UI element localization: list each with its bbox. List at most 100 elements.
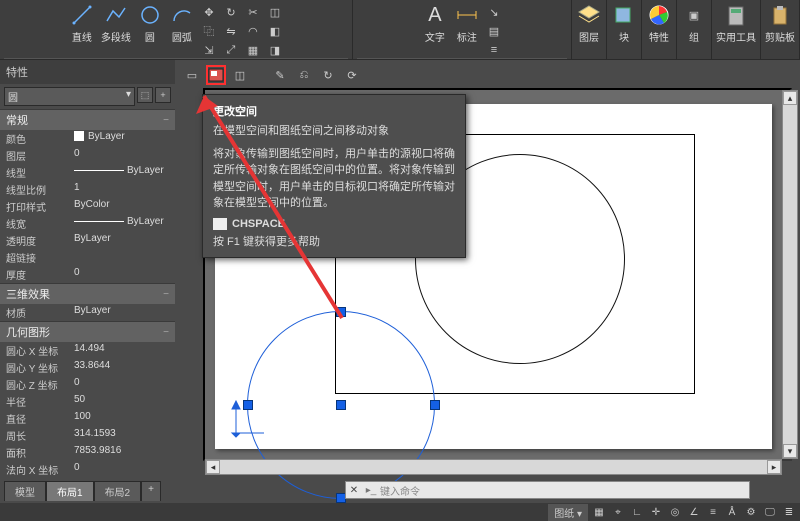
otrack-icon[interactable]: ∠ xyxy=(686,505,702,519)
group-tool[interactable]: ▣ 组 xyxy=(681,2,707,44)
layout-tool-7-icon[interactable]: ⟳ xyxy=(343,66,361,84)
scroll-right-button[interactable]: ▸ xyxy=(767,460,781,474)
tool-b-icon[interactable]: ◧ xyxy=(267,23,283,39)
layout-tabs: 模型 布局1 布局2 + xyxy=(4,481,161,501)
mtext-icon[interactable]: ≡ xyxy=(486,42,502,58)
fillet-icon[interactable]: ◠ xyxy=(245,23,261,39)
scroll-down-button[interactable]: ▾ xyxy=(783,444,797,458)
dimension-label: 标注 xyxy=(457,29,477,44)
selection-dropdown[interactable]: 圆 ▾ xyxy=(4,87,135,106)
prop-dia-value[interactable]: 100 xyxy=(70,410,175,427)
ortho-icon[interactable]: ∟ xyxy=(629,505,645,519)
block-label: 块 xyxy=(619,29,629,44)
ribbon-group-clipboard: 剪贴板 xyxy=(761,0,800,59)
grip-top[interactable] xyxy=(337,308,345,316)
section-effect[interactable]: 三维效果− xyxy=(0,283,175,304)
tab-model[interactable]: 模型 xyxy=(4,481,46,501)
prop-rad-value[interactable]: 50 xyxy=(70,393,175,410)
prop-color-value[interactable]: ByLayer xyxy=(70,130,175,147)
layers-tool[interactable]: 图层 xyxy=(576,2,602,44)
properties-panel: 特性 圆 ▾ ⬚ + 常规− 颜色ByLayer 图层0 线型ByLayer 线… xyxy=(0,60,175,503)
ribbon-group-block: 块 xyxy=(607,0,642,59)
utilities-tool[interactable]: 实用工具 xyxy=(716,2,756,44)
prop-layer-value[interactable]: 0 xyxy=(70,147,175,164)
prop-dia-name: 直径 xyxy=(0,410,70,427)
layout-tool-5-icon[interactable]: ⎌ xyxy=(295,66,313,84)
collapse-icon[interactable]: − xyxy=(163,115,169,126)
snap-icon[interactable]: ⌖ xyxy=(610,505,626,519)
collapse-icon[interactable]: − xyxy=(163,327,169,338)
dimension-tool[interactable]: 标注 xyxy=(454,2,480,44)
prop-cz-value[interactable]: 0 xyxy=(70,376,175,393)
monitor-icon[interactable]: 🖵 xyxy=(762,505,778,519)
trim-icon[interactable]: ✂ xyxy=(245,4,261,20)
prop-circ-value[interactable]: 314.1593 xyxy=(70,427,175,444)
prop-transp-value[interactable]: ByLayer xyxy=(70,232,175,249)
layout-tool-1-icon[interactable]: ▭ xyxy=(183,66,201,84)
annoscale-icon[interactable]: Å xyxy=(724,505,740,519)
mirror-icon[interactable]: ⇋ xyxy=(223,23,239,39)
command-close-button[interactable]: ✕ xyxy=(346,485,362,496)
block-tool[interactable]: 块 xyxy=(611,2,637,44)
workspace-icon[interactable]: ⚙ xyxy=(743,505,759,519)
collapse-icon[interactable]: − xyxy=(163,289,169,300)
line-tool[interactable]: 直线 xyxy=(69,2,95,44)
space-indicator[interactable]: 图纸 ▾ xyxy=(548,504,588,521)
polyline-icon xyxy=(103,2,129,28)
customize-icon[interactable]: ≣ xyxy=(781,505,797,519)
osnap-icon[interactable]: ◎ xyxy=(667,505,683,519)
stretch-icon[interactable]: ⇲ xyxy=(201,42,217,58)
horizontal-scrollbar[interactable]: ◂ ▸ xyxy=(205,459,782,475)
tool-a-icon[interactable]: ◫ xyxy=(267,4,283,20)
prop-nx-value[interactable]: 0 xyxy=(70,461,175,478)
layout-tool-3-icon[interactable]: ◫ xyxy=(231,66,249,84)
command-bar[interactable]: ✕ ▸_ 键入命令 xyxy=(345,481,750,499)
section-geometry[interactable]: 几何图形− xyxy=(0,321,175,342)
section-general[interactable]: 常规− xyxy=(0,109,175,130)
layout-tool-6-icon[interactable]: ↻ xyxy=(319,66,337,84)
table-icon[interactable]: ▤ xyxy=(486,23,502,39)
prop-lweight-value[interactable]: ByLayer xyxy=(70,215,175,232)
prop-ltscale-value[interactable]: 1 xyxy=(70,181,175,198)
clipboard-tool[interactable]: 剪贴板 xyxy=(765,2,795,44)
quickselect-button[interactable]: ⬚ xyxy=(137,87,153,103)
rotate-icon[interactable]: ↻ xyxy=(223,4,239,20)
text-tool[interactable]: A 文字 xyxy=(422,2,448,44)
copy-icon[interactable]: ⿻ xyxy=(201,23,217,39)
prop-cx-value[interactable]: 14.494 xyxy=(70,342,175,359)
prop-area-value[interactable]: 7853.9816 xyxy=(70,444,175,461)
polar-icon[interactable]: ✛ xyxy=(648,505,664,519)
grid-icon[interactable]: ▦ xyxy=(591,505,607,519)
vertical-scrollbar[interactable]: ▴ ▾ xyxy=(782,90,798,459)
text-icon: A xyxy=(422,2,448,28)
circle-tool[interactable]: 圆 xyxy=(137,2,163,44)
grip-center[interactable] xyxy=(337,401,345,409)
move-icon[interactable]: ✥ xyxy=(201,4,217,20)
scroll-up-button[interactable]: ▴ xyxy=(783,91,797,105)
prop-ltype-value[interactable]: ByLayer xyxy=(70,164,175,181)
ucs-icon xyxy=(230,399,270,439)
array-icon[interactable]: ▦ xyxy=(245,42,261,58)
prop-nx-name: 法向 X 坐标 xyxy=(0,461,70,478)
tool-c-icon[interactable]: ◨ xyxy=(267,42,283,58)
polyline-tool[interactable]: 多段线 xyxy=(101,2,131,44)
scale-icon[interactable]: ⤢ xyxy=(223,42,239,58)
prop-cy-value[interactable]: 33.8644 xyxy=(70,359,175,376)
prop-plot-value[interactable]: ByColor xyxy=(70,198,175,215)
grip-bottom[interactable] xyxy=(337,494,345,502)
prop-thick-value[interactable]: 0 xyxy=(70,266,175,283)
grip-right[interactable] xyxy=(431,401,439,409)
tab-layout1[interactable]: 布局1 xyxy=(46,481,94,501)
prop-hyper-value[interactable] xyxy=(70,249,175,266)
prop-material-value[interactable]: ByLayer xyxy=(70,304,175,321)
lwt-icon[interactable]: ≡ xyxy=(705,505,721,519)
pickadd-button[interactable]: + xyxy=(155,87,171,103)
properties-tool[interactable]: 特性 xyxy=(646,2,672,44)
layout-tool-4-icon[interactable]: ✎ xyxy=(271,66,289,84)
tab-layout2[interactable]: 布局2 xyxy=(94,481,142,501)
tab-add[interactable]: + xyxy=(141,481,161,501)
scroll-left-button[interactable]: ◂ xyxy=(206,460,220,474)
leader-icon[interactable]: ↘ xyxy=(486,4,502,20)
arc-tool[interactable]: 圆弧 xyxy=(169,2,195,44)
chspace-button[interactable] xyxy=(207,66,225,84)
